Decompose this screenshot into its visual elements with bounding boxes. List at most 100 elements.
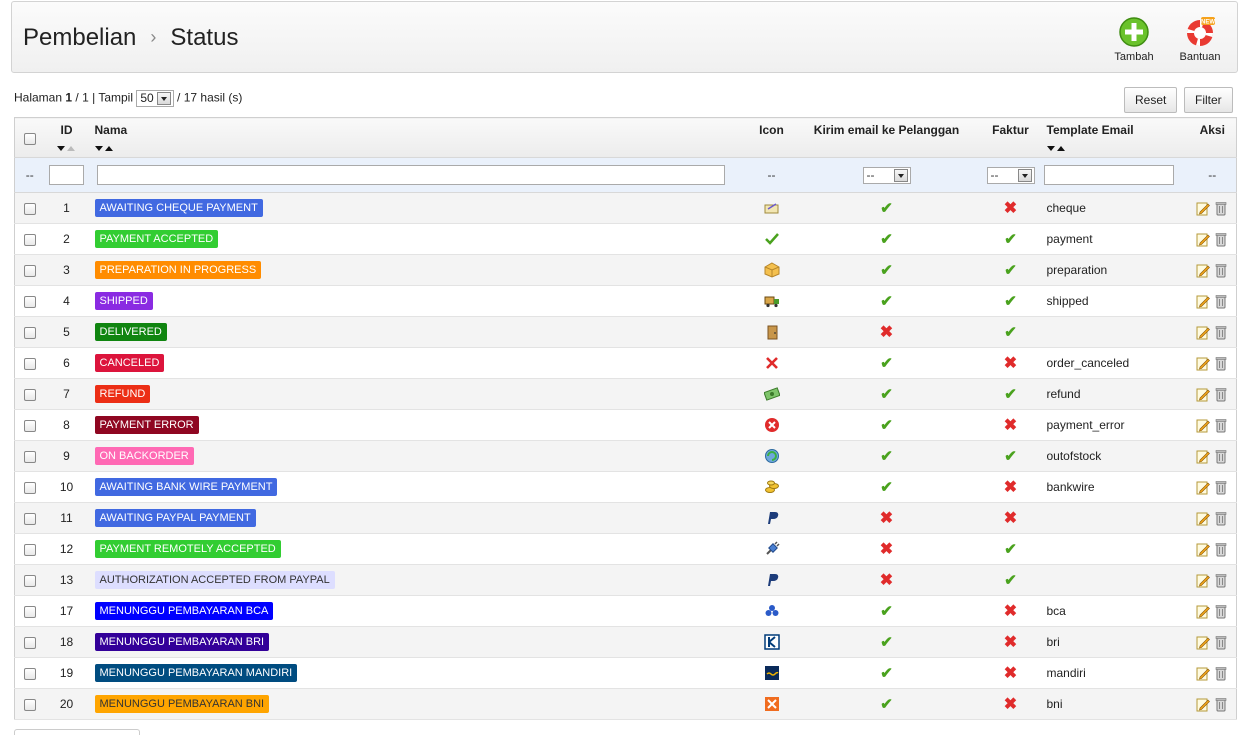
delete-icon[interactable] [1214, 201, 1228, 216]
edit-icon[interactable] [1196, 697, 1211, 712]
table-row[interactable]: 20 MENUNGGU PEMBAYARAN BNI ✔ ✖ bni [14, 688, 1237, 720]
status-badge[interactable]: AWAITING BANK WIRE PAYMENT [94, 478, 278, 496]
check-icon[interactable]: ✔ [880, 200, 893, 217]
table-row[interactable]: 18 MENUNGGU PEMBAYARAN BRI ✔ ✖ bri [14, 626, 1237, 658]
edit-icon[interactable] [1196, 635, 1211, 650]
delete-icon[interactable] [1214, 697, 1228, 712]
invoice-cell[interactable]: ✔ [978, 533, 1043, 565]
table-row[interactable]: 3 PREPARATION IN PROGRESS ✔ ✔ preparation [14, 254, 1237, 286]
delete-icon[interactable] [1214, 294, 1228, 309]
check-icon[interactable]: ✔ [880, 417, 893, 434]
edit-icon[interactable] [1196, 666, 1211, 681]
breadcrumb-parent[interactable]: Pembelian [23, 24, 136, 51]
check-icon[interactable]: ✔ [880, 386, 893, 403]
edit-icon[interactable] [1196, 325, 1211, 340]
table-row[interactable]: 2 PAYMENT ACCEPTED ✔ ✔ payment [14, 223, 1237, 255]
check-icon[interactable]: ✔ [1004, 386, 1017, 403]
send-email-cell[interactable]: ✖ [794, 533, 979, 565]
add-button[interactable]: Tambah [1108, 16, 1160, 63]
cross-icon[interactable]: ✖ [1004, 355, 1017, 372]
status-badge[interactable]: PAYMENT ERROR [94, 416, 199, 434]
edit-icon[interactable] [1196, 232, 1211, 247]
reset-button[interactable]: Reset [1124, 87, 1178, 113]
table-row[interactable]: 5 DELIVERED ✖ ✔ [14, 316, 1237, 348]
send-email-filter-select[interactable]: -- [862, 166, 911, 184]
check-icon[interactable]: ✔ [1004, 262, 1017, 279]
cross-icon[interactable]: ✖ [880, 541, 893, 558]
send-email-cell[interactable]: ✔ [794, 378, 979, 410]
invoice-cell[interactable]: ✔ [978, 440, 1043, 472]
row-checkbox[interactable] [23, 233, 36, 246]
check-icon[interactable]: ✔ [1004, 231, 1017, 248]
status-badge[interactable]: SHIPPED [94, 292, 153, 310]
table-row[interactable]: 11 AWAITING PAYPAL PAYMENT ✖ ✖ [14, 502, 1237, 534]
edit-icon[interactable] [1196, 511, 1211, 526]
invoice-cell[interactable]: ✖ [978, 409, 1043, 441]
check-icon[interactable]: ✔ [880, 231, 893, 248]
status-badge[interactable]: ON BACKORDER [94, 447, 194, 465]
invoice-cell[interactable]: ✔ [978, 254, 1043, 286]
template-filter-input[interactable] [1043, 165, 1174, 185]
sort-asc-icon[interactable] [66, 146, 75, 152]
send-email-cell[interactable]: ✔ [794, 254, 979, 286]
delete-icon[interactable] [1214, 542, 1228, 557]
cross-icon[interactable]: ✖ [1004, 510, 1017, 527]
cross-icon[interactable]: ✖ [880, 572, 893, 589]
send-email-cell[interactable]: ✔ [794, 471, 979, 503]
table-row[interactable]: 12 PAYMENT REMOTELY ACCEPTED ✖ ✔ [14, 533, 1237, 565]
cross-icon[interactable]: ✖ [1004, 200, 1017, 217]
check-icon[interactable]: ✔ [1004, 572, 1017, 589]
id-filter-input[interactable] [49, 165, 84, 185]
sort-desc-icon[interactable] [56, 146, 65, 152]
send-email-cell[interactable]: ✔ [794, 595, 979, 627]
check-icon[interactable]: ✔ [880, 603, 893, 620]
name-sort[interactable] [94, 141, 748, 152]
delete-icon[interactable] [1214, 635, 1228, 650]
status-badge[interactable]: MENUNGGU PEMBAYARAN BNI [94, 695, 270, 713]
table-row[interactable]: 1 AWAITING CHEQUE PAYMENT ✔ ✖ cheque [14, 192, 1237, 224]
delete-icon[interactable] [1214, 573, 1228, 588]
status-badge[interactable]: MENUNGGU PEMBAYARAN BCA [94, 602, 274, 620]
row-checkbox[interactable] [23, 388, 36, 401]
invoice-cell[interactable]: ✖ [978, 471, 1043, 503]
send-email-cell[interactable]: ✔ [794, 440, 979, 472]
send-email-cell[interactable]: ✔ [794, 688, 979, 720]
name-filter-input[interactable] [96, 165, 725, 185]
sort-asc-icon[interactable] [104, 146, 113, 152]
row-checkbox[interactable] [23, 698, 36, 711]
row-checkbox[interactable] [23, 574, 36, 587]
table-row[interactable]: 8 PAYMENT ERROR ✔ ✖ payment_error [14, 409, 1237, 441]
status-badge[interactable]: REFUND [94, 385, 151, 403]
invoice-cell[interactable]: ✖ [978, 502, 1043, 534]
check-icon[interactable]: ✔ [880, 293, 893, 310]
status-badge[interactable]: DELIVERED [94, 323, 167, 341]
table-row[interactable]: 13 AUTHORIZATION ACCEPTED FROM PAYPAL ✖ ✔ [14, 564, 1237, 596]
template-sort[interactable] [1046, 141, 1188, 152]
column-template[interactable]: Template Email [1042, 117, 1189, 158]
edit-icon[interactable] [1196, 356, 1211, 371]
invoice-cell[interactable]: ✖ [978, 595, 1043, 627]
column-name[interactable]: Nama [88, 117, 749, 158]
delete-icon[interactable] [1214, 666, 1228, 681]
cross-icon[interactable]: ✖ [1004, 603, 1017, 620]
row-checkbox[interactable] [23, 450, 36, 463]
edit-icon[interactable] [1196, 542, 1211, 557]
send-email-cell[interactable]: ✔ [794, 409, 979, 441]
invoice-cell[interactable]: ✖ [978, 626, 1043, 658]
send-email-cell[interactable]: ✖ [794, 502, 979, 534]
status-badge[interactable]: PAYMENT ACCEPTED [94, 230, 219, 248]
status-badge[interactable]: AWAITING CHEQUE PAYMENT [94, 199, 263, 217]
invoice-cell[interactable]: ✔ [978, 285, 1043, 317]
cross-icon[interactable]: ✖ [1004, 665, 1017, 682]
id-sort[interactable] [46, 141, 88, 152]
row-checkbox[interactable] [23, 419, 36, 432]
cross-icon[interactable]: ✖ [1004, 417, 1017, 434]
row-checkbox[interactable] [23, 605, 36, 618]
edit-icon[interactable] [1196, 449, 1211, 464]
edit-icon[interactable] [1196, 573, 1211, 588]
edit-icon[interactable] [1196, 201, 1211, 216]
invoice-cell[interactable]: ✔ [978, 564, 1043, 596]
status-badge[interactable]: AWAITING PAYPAL PAYMENT [94, 509, 256, 527]
check-icon[interactable]: ✔ [1004, 541, 1017, 558]
send-email-cell[interactable]: ✔ [794, 657, 979, 689]
